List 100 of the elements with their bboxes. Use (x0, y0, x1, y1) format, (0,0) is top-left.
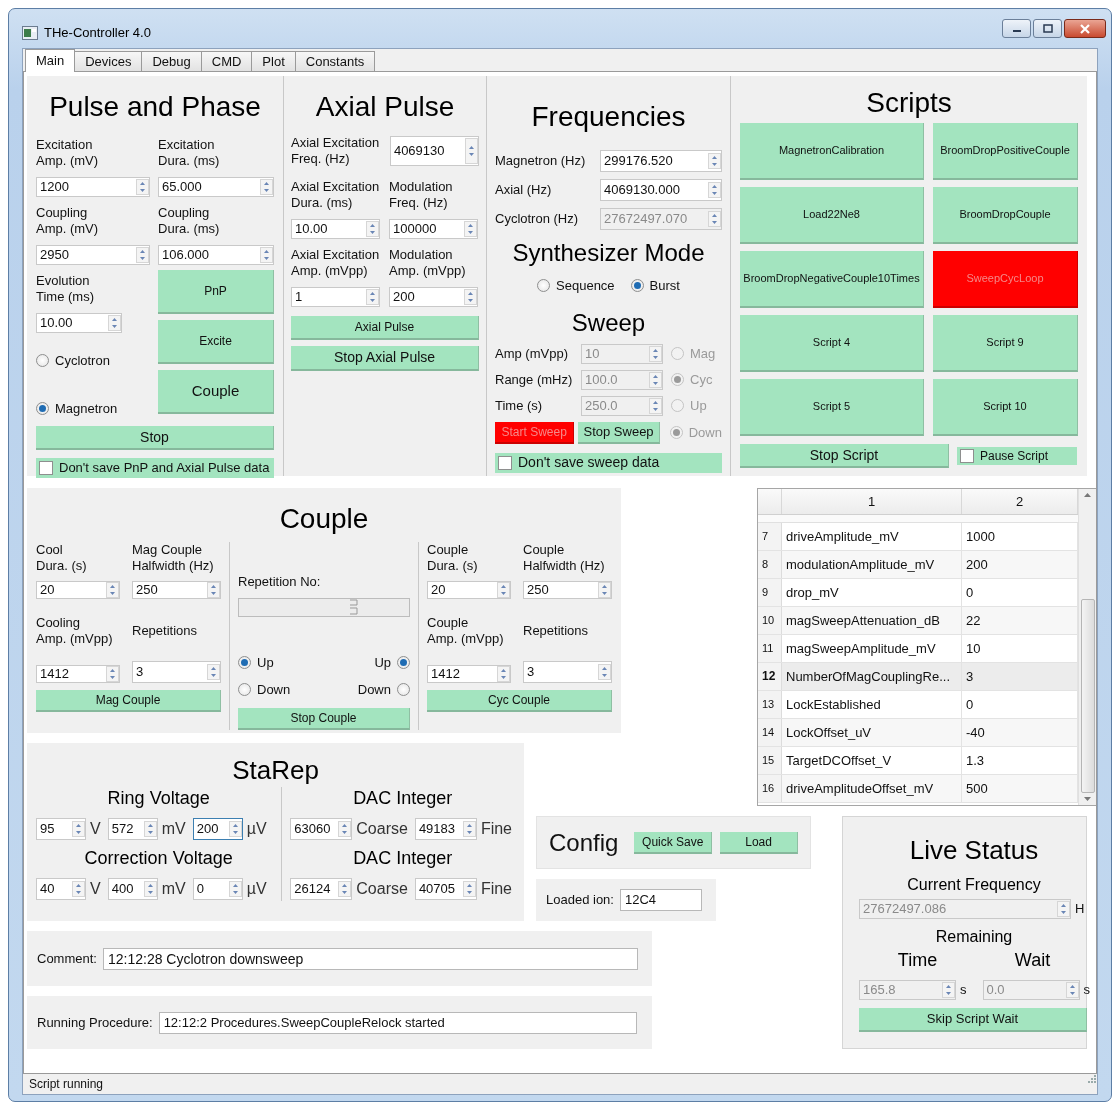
text-field[interactable]: 12:12:2 Procedures.SweepCoupleRelock started (158, 1011, 637, 1034)
spin-box[interactable]: 200 (389, 287, 478, 307)
spin-box[interactable]: 10.00 (36, 313, 122, 333)
resize-grip-icon[interactable] (1087, 1074, 1097, 1084)
spin-arrows-icon[interactable] (366, 221, 379, 237)
script-button[interactable]: BroomDropCouple (933, 187, 1078, 244)
action-button[interactable]: Load (720, 831, 798, 854)
checkbox[interactable]: Don't save PnP and Axial Pulse data (36, 458, 274, 478)
spin-box[interactable]: 1200 (36, 177, 150, 197)
maximize-button[interactable] (1033, 19, 1062, 38)
radio-button[interactable]: Burst (630, 276, 680, 296)
spin-box[interactable]: 4069130.000 (600, 179, 722, 201)
spin-box[interactable]: 4069130 (389, 136, 479, 166)
spin-arrows-icon[interactable] (462, 881, 476, 897)
spin-arrows-icon[interactable] (366, 289, 379, 305)
stop-button[interactable]: Stop Axial Pulse (291, 346, 479, 371)
checkbox[interactable]: Pause Script (957, 447, 1077, 465)
script-button[interactable]: BroomDropNegativeCouple10Times (740, 251, 924, 308)
table-row[interactable]: 14 LockOffset_uV -40 (758, 719, 1078, 747)
action-button[interactable]: Axial Pulse (291, 316, 479, 340)
stop-button[interactable]: Stop (36, 426, 274, 450)
spin-box[interactable]: 1412 (427, 665, 511, 683)
spin-box[interactable]: 3 (132, 661, 221, 683)
spin-box[interactable]: 400 (107, 878, 158, 900)
spin-arrows-icon[interactable] (106, 582, 119, 598)
scrollbar[interactable] (1078, 489, 1096, 805)
spin-box[interactable]: 40 (36, 878, 86, 900)
radio-button[interactable]: Up (374, 652, 410, 672)
spin-arrows-icon[interactable] (338, 881, 352, 897)
table-row[interactable]: 12 NumberOfMagCouplingRe... 3 (758, 663, 1078, 691)
action-button[interactable]: PnP (158, 270, 274, 314)
tab[interactable]: Devices (74, 51, 143, 71)
spin-arrows-icon[interactable] (143, 881, 157, 897)
spin-box[interactable]: 40705 (414, 878, 477, 900)
spin-arrows-icon[interactable] (106, 666, 119, 682)
action-button[interactable]: Cyc Couple (427, 690, 612, 712)
spin-box[interactable]: 20 (427, 581, 511, 599)
table-row[interactable]: 11 magSweepAmplitude_mV 10 (758, 635, 1078, 663)
spin-arrows-icon[interactable] (465, 138, 478, 164)
spin-arrows-icon[interactable] (108, 315, 121, 331)
spin-box[interactable]: 106.000 (158, 245, 274, 265)
table-row[interactable]: 13 LockEstablished 0 (758, 691, 1078, 719)
spin-arrows-icon[interactable] (598, 664, 611, 680)
spin-box[interactable]: 3 (523, 661, 612, 683)
stop-button[interactable]: Stop Script (740, 444, 949, 468)
table-row[interactable]: 15 TargetDCOffset_V 1.3 (758, 747, 1078, 775)
spin-arrows-icon[interactable] (260, 179, 273, 195)
table-row[interactable]: 16 driveAmplitudeOffset_mV 500 (758, 775, 1078, 803)
column-header[interactable]: 1 (782, 489, 962, 514)
spin-arrows-icon[interactable] (497, 582, 510, 598)
minimize-button[interactable] (1002, 19, 1031, 38)
radio-button[interactable]: Cyclotron (36, 351, 150, 371)
spin-arrows-icon[interactable] (464, 289, 477, 305)
spin-arrows-icon[interactable] (207, 582, 220, 598)
radio-button[interactable]: Up (238, 652, 324, 672)
tab[interactable]: Plot (251, 51, 296, 71)
tab[interactable]: Debug (141, 51, 202, 71)
spin-arrows-icon[interactable] (708, 182, 721, 198)
spin-box[interactable]: 100000 (389, 219, 478, 239)
spin-box[interactable]: 1412 (36, 665, 120, 683)
table-row[interactable]: 7 driveAmplitude_mV 1000 (758, 523, 1078, 551)
script-button[interactable]: Script 9 (933, 315, 1078, 372)
spin-box[interactable]: 299176.520 (600, 150, 722, 172)
spin-arrows-icon[interactable] (207, 664, 220, 680)
close-button[interactable] (1064, 19, 1106, 38)
tab[interactable]: Main (25, 49, 76, 72)
spin-box[interactable]: 95 (36, 818, 86, 840)
stop-button[interactable]: Stop Couple (238, 707, 410, 730)
action-button[interactable]: Mag Couple (36, 690, 221, 712)
spin-box[interactable]: 572 (107, 818, 158, 840)
sweep-button[interactable]: Stop Sweep (578, 421, 660, 444)
radio-button[interactable]: Down (357, 680, 410, 700)
script-button[interactable]: Load22Ne8 (740, 187, 924, 244)
script-button[interactable]: Script 10 (933, 379, 1078, 436)
spin-box[interactable]: 2950 (36, 245, 150, 265)
text-field[interactable]: 12C4 (619, 889, 702, 911)
text-field[interactable]: 12:12:28 Cyclotron downsweep (102, 947, 638, 970)
spin-arrows-icon[interactable] (708, 153, 721, 169)
spin-box[interactable]: 10.00 (291, 219, 380, 239)
checkbox[interactable]: Don't save sweep data (495, 452, 722, 473)
spin-arrows-icon[interactable] (72, 821, 85, 837)
tab[interactable]: CMD (200, 51, 253, 71)
script-button[interactable]: Script 4 (740, 315, 924, 372)
spin-box[interactable]: 49183 (414, 818, 477, 840)
spin-box[interactable]: 200 (192, 818, 243, 840)
spin-arrows-icon[interactable] (228, 881, 242, 897)
script-button[interactable]: MagnetronCalibration (740, 123, 924, 180)
spin-arrows-icon[interactable] (228, 821, 242, 837)
spin-arrows-icon[interactable] (462, 821, 476, 837)
radio-button[interactable]: Sequence (537, 276, 615, 296)
spin-arrows-icon[interactable] (260, 247, 273, 263)
spin-box[interactable]: 0 (192, 878, 243, 900)
spin-arrows-icon[interactable] (598, 582, 611, 598)
radio-button[interactable]: Down (238, 680, 324, 700)
table-row[interactable]: 10 magSweepAttenuation_dB 22 (758, 607, 1078, 635)
table-row[interactable]: 9 drop_mV 0 (758, 579, 1078, 607)
action-button[interactable]: Couple (158, 370, 274, 414)
spin-box[interactable]: 20 (36, 581, 120, 599)
spin-box[interactable]: 65.000 (158, 177, 274, 197)
spin-arrows-icon[interactable] (464, 221, 477, 237)
